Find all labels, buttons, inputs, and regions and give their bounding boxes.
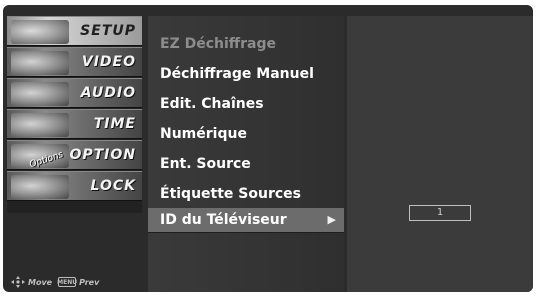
menu-item-dechiffrage-manuel[interactable]: Déchiffrage Manuel [148, 62, 344, 86]
setup-thumbnail-icon [11, 20, 69, 44]
menu-item-label: ID du Téléviseur [160, 212, 287, 228]
lock-thumbnail-icon [11, 175, 69, 199]
category-option[interactable]: Options OPTION [7, 140, 142, 170]
menu-item-numerique[interactable]: Numérique [148, 122, 344, 146]
category-audio[interactable]: AUDIO [7, 78, 142, 108]
category-label: AUDIO [80, 85, 136, 101]
setup-submenu: EZ Déchiffrage Déchiffrage Manuel Edit. … [148, 16, 344, 292]
category-label: TIME [93, 116, 136, 132]
category-setup[interactable]: SETUP [7, 16, 142, 46]
menu-frame: SETUP VIDEO AUDIO TIME Options OPTION LO… [3, 5, 533, 292]
value-panel: 1 [347, 16, 533, 292]
menu-item-id-televiseur[interactable]: ID du Téléviseur ▶ [148, 208, 344, 232]
menu-item-label: Edit. Chaînes [160, 96, 264, 112]
menu-item-etiquette-sources[interactable]: Étiquette Sources [148, 182, 344, 206]
menu-item-ent-source[interactable]: Ent. Source [148, 152, 344, 176]
move-hint: Move [11, 276, 52, 288]
category-label: LOCK [90, 178, 136, 194]
category-lock[interactable]: LOCK [7, 171, 142, 201]
category-label: VIDEO [81, 54, 136, 70]
menu-item-label: Ent. Source [160, 156, 251, 172]
nav-hints: Move MENU Prev [11, 275, 99, 289]
menu-item-label: Étiquette Sources [160, 186, 301, 202]
category-label: OPTION [69, 147, 136, 163]
time-thumbnail-icon [11, 113, 69, 137]
move-label: Move [28, 277, 53, 287]
move-arrows-icon [11, 276, 25, 288]
category-video[interactable]: VIDEO [7, 47, 142, 77]
menu-item-label: Déchiffrage Manuel [160, 66, 314, 82]
menu-item-ez-dechiffrage[interactable]: EZ Déchiffrage [148, 32, 344, 56]
menu-item-edit-chaines[interactable]: Edit. Chaînes [148, 92, 344, 116]
prev-hint: MENU Prev [57, 277, 100, 287]
submenu-divider [148, 232, 344, 233]
tv-screen: SETUP VIDEO AUDIO TIME Options OPTION LO… [0, 0, 536, 298]
menu-key-icon: MENU [57, 277, 78, 287]
submenu-arrow-icon: ▶ [327, 213, 336, 226]
category-menu: SETUP VIDEO AUDIO TIME Options OPTION LO… [7, 16, 142, 213]
prev-label: Prev [79, 277, 100, 287]
tv-id-field[interactable]: 1 [409, 205, 471, 221]
category-time[interactable]: TIME [7, 109, 142, 139]
video-thumbnail-icon [11, 51, 69, 75]
audio-thumbnail-icon [11, 82, 69, 106]
menu-item-label: EZ Déchiffrage [160, 36, 276, 52]
menu-item-label: Numérique [160, 126, 247, 142]
category-label: SETUP [80, 23, 136, 39]
